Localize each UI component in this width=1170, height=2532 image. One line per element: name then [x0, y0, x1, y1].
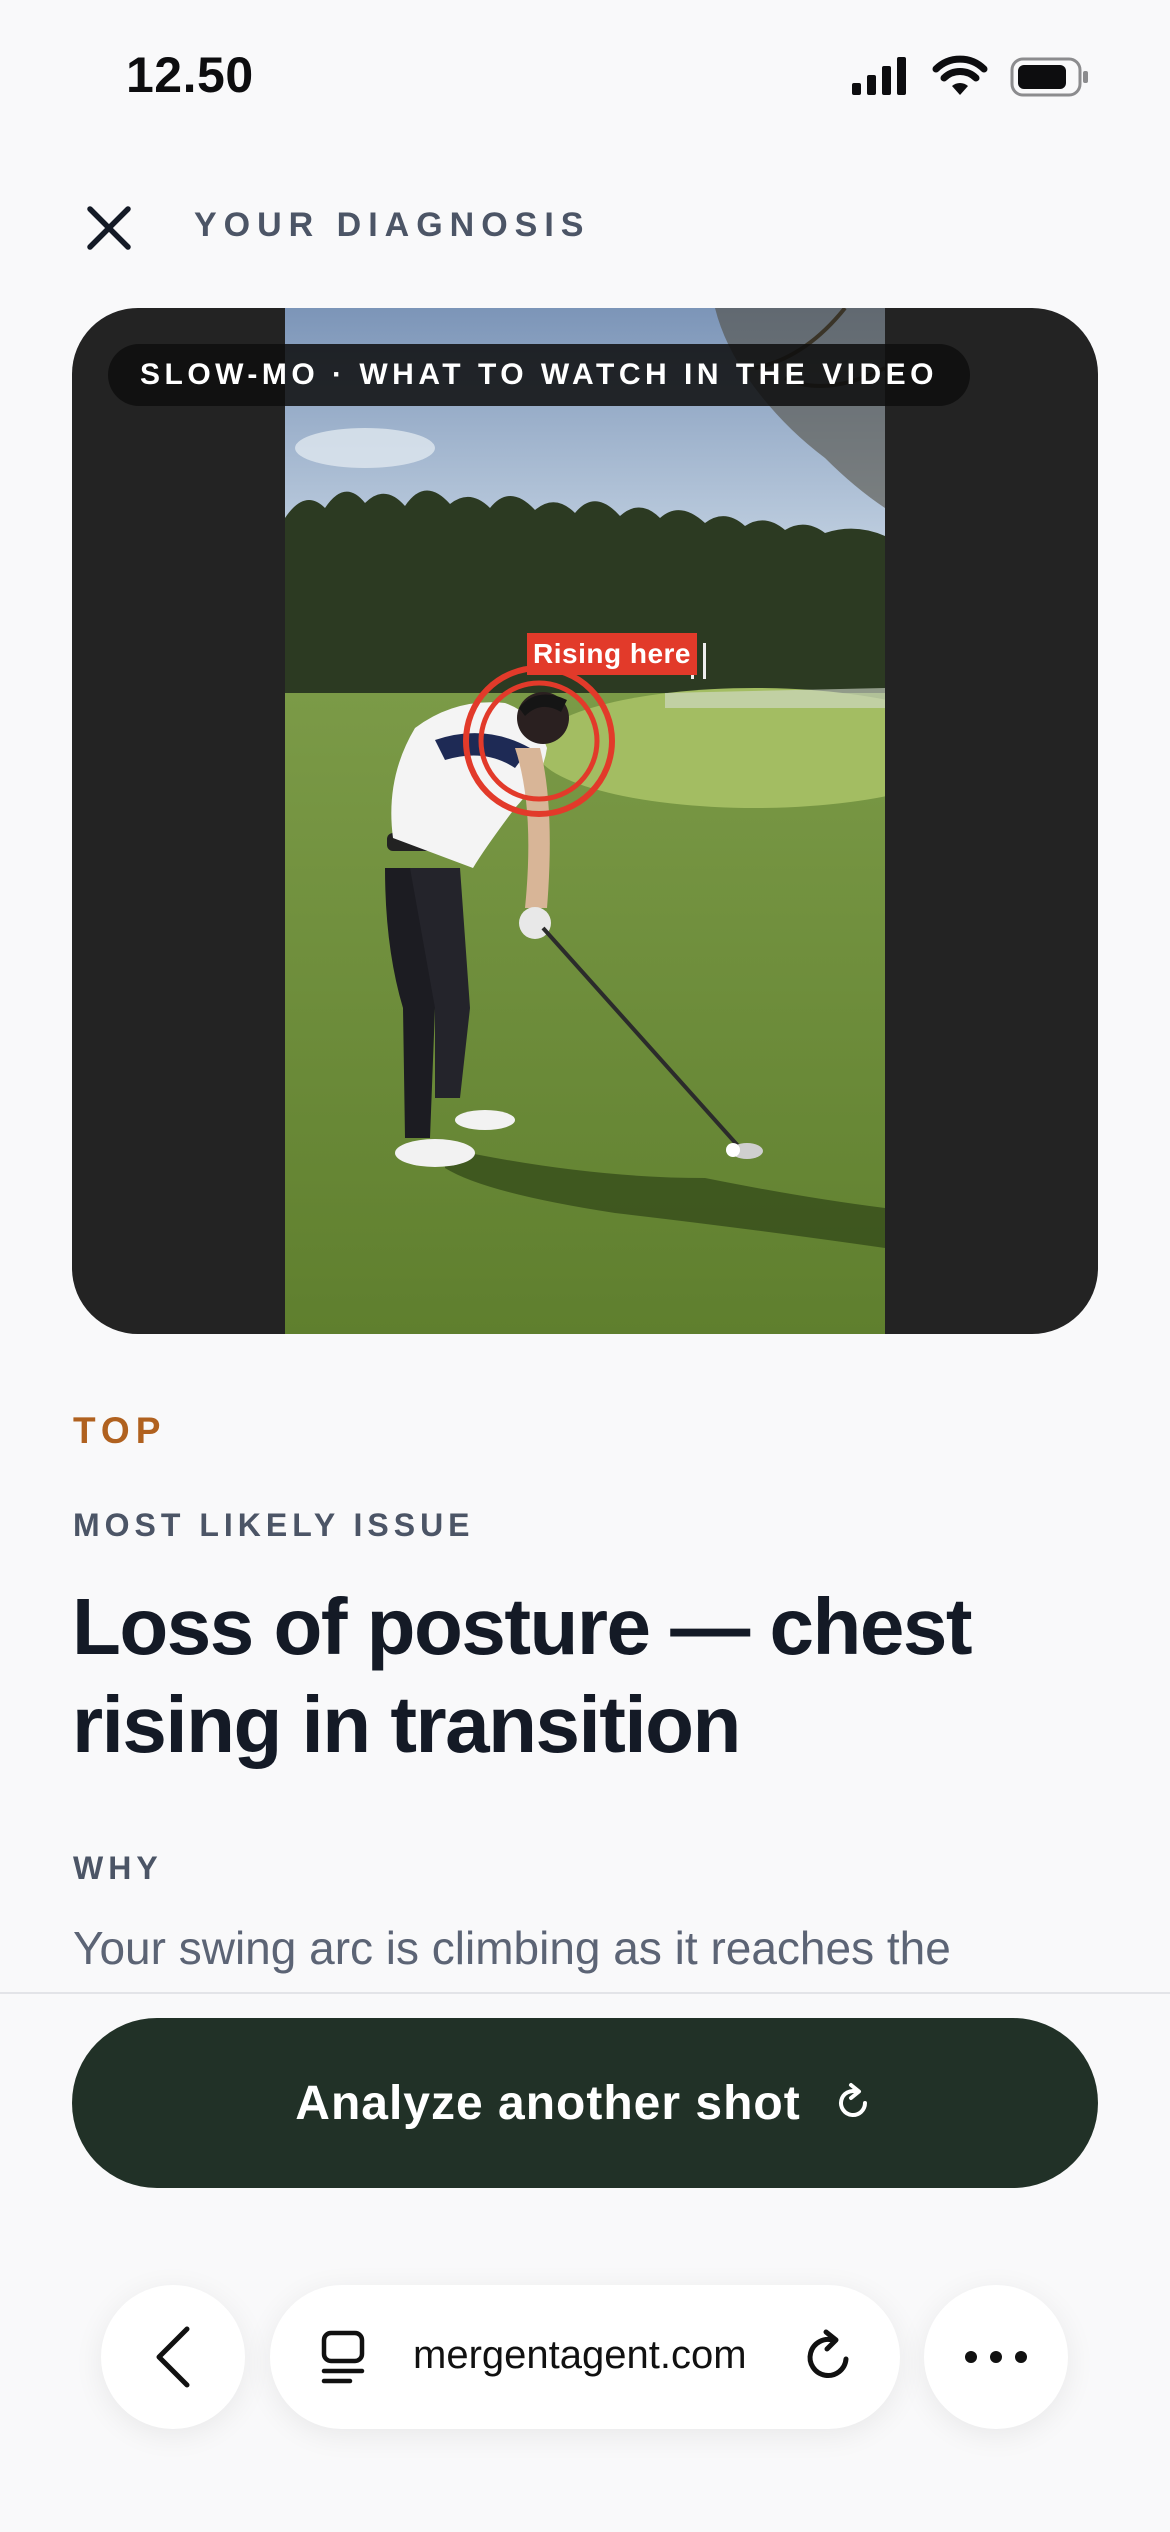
browser-back-button[interactable]	[101, 2285, 245, 2429]
video-overlay-text: SLOW-MO · WHAT TO WATCH IN THE VIDEO	[140, 358, 939, 391]
why-text: Your swing arc is climbing as it reaches…	[73, 1922, 951, 1974]
issue-kicker: MOST LIKELY ISSUE	[73, 1507, 475, 1543]
video-player[interactable]: Rising here SLOW-MO · WHAT TO WATCH IN T…	[72, 308, 1098, 1334]
video-frame: Rising here	[285, 308, 885, 1334]
reload-icon[interactable]	[800, 2329, 856, 2385]
refresh-icon	[838, 2083, 867, 2117]
why-label: WHY	[73, 1850, 163, 1886]
url-text: mergentagent.com	[413, 2333, 747, 2377]
golf-swing-image	[285, 308, 885, 1334]
close-button[interactable]	[74, 193, 144, 263]
chevron-left-icon	[156, 2326, 190, 2388]
battery-icon	[1010, 57, 1088, 97]
wifi-icon	[932, 55, 988, 95]
close-icon	[87, 206, 131, 250]
tabs-icon	[321, 2330, 365, 2384]
status-icons	[850, 55, 1090, 99]
page-title: YOUR DIAGNOSIS	[194, 206, 591, 244]
analyze-another-shot-button[interactable]: Analyze another shot	[72, 2018, 1098, 2188]
browser-more-button[interactable]	[924, 2285, 1068, 2429]
video-overlay-label: SLOW-MO · WHAT TO WATCH IN THE VIDEO	[108, 344, 971, 406]
marker-label: Rising here	[527, 633, 697, 675]
issue-title: Loss of posture — chest rising in transi…	[72, 1582, 972, 1769]
severity-label: TOP	[73, 1410, 167, 1451]
more-icon	[965, 2351, 1027, 2363]
analyze-button-label: Analyze another shot	[295, 2076, 801, 2130]
browser-address-bar[interactable]: mergentagent.com	[270, 2285, 900, 2429]
cellular-signal-icon	[852, 57, 906, 95]
status-time: 12.50	[126, 47, 254, 103]
